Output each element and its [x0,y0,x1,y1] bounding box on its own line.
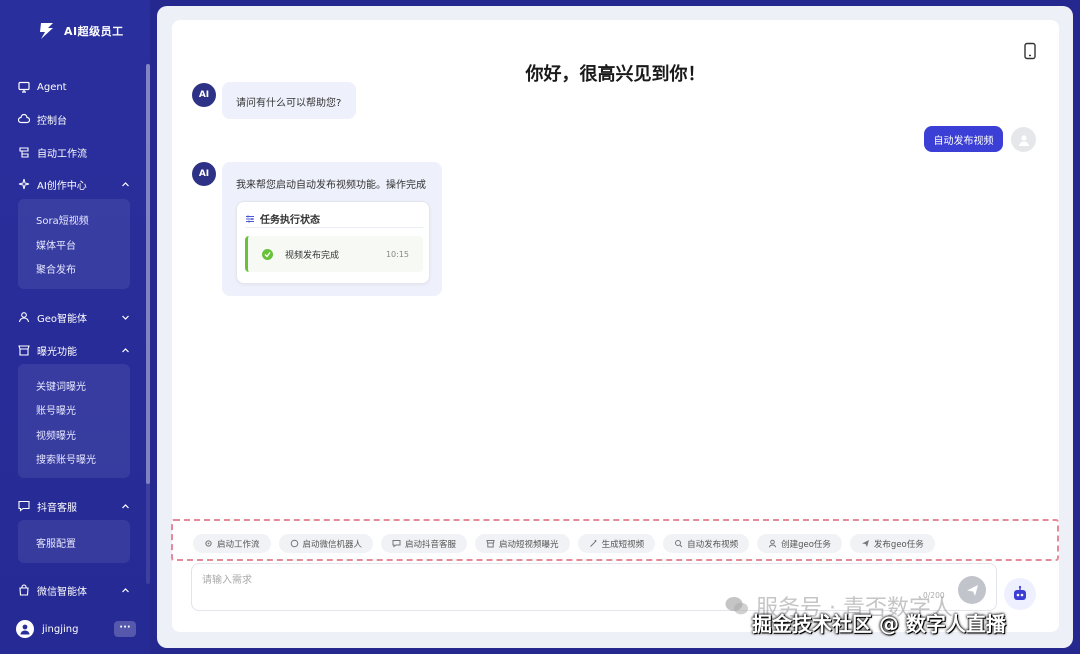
sidebar-item-console[interactable]: 控制台 [18,109,136,129]
mobile-view-icon[interactable] [1022,42,1038,60]
sidebar-item-exposure[interactable]: 曝光功能 [18,340,136,360]
chat-input[interactable] [202,572,802,588]
chat-icon [18,500,30,512]
sidebar-item-agent[interactable]: Agent [18,77,136,97]
sidebar-item-account-exposure[interactable]: 账号曝光 [36,402,76,417]
wechat-logo-icon [725,597,748,615]
message-icon [392,540,401,548]
chevron-up-icon [122,347,129,352]
avatar [16,620,34,638]
sidebar-item-wechat[interactable]: 微信智能体 [18,580,136,600]
gear-icon [205,540,212,547]
chevron-up-icon [122,587,129,592]
task-item-label: 视频发布完成 [285,250,340,261]
sidebar-item-douyin[interactable]: 抖音客服 [18,496,136,516]
send-icon [861,540,869,547]
quick-action-wechat-bot[interactable]: 启动微信机器人 [278,534,374,553]
quick-action-generate-video[interactable]: 生成短视频 [577,534,656,553]
sidebar-item-ai-center[interactable]: AI创作中心 [18,174,136,194]
sidebar-item-video-exposure[interactable]: 视频曝光 [36,427,76,442]
task-item: 视频发布完成 10:15 [245,236,423,272]
magic-icon [589,540,597,547]
task-item-time: 10:15 [385,249,409,259]
robot-icon [1014,585,1026,600]
quick-actions-bar: 启动工作流 启动微信机器人 启动抖音客服 启动短视频曝光 生成短视频 自动发布视… [193,534,935,553]
user-profile[interactable]: jingjing [16,620,78,638]
task-status-header: 任务执行状态 [245,210,423,228]
quick-action-start-workflow[interactable]: 启动工作流 [193,534,271,553]
chevron-up-icon [122,181,129,186]
person-icon [768,539,777,548]
user-avatar-icon [20,624,30,635]
task-status-title: 任务执行状态 [260,215,320,226]
user-icon [18,312,30,323]
ai-message-text: 我来帮您启动自动发布视频功能。操作完成 [236,180,426,191]
search-icon [675,540,683,548]
ai-message-text: 请问有什么可以帮助您? [236,98,342,109]
quick-action-publish-geo[interactable]: 发布geo任务 [849,534,935,553]
quick-action-douyin-cs[interactable]: 启动抖音客服 [381,534,468,553]
exposure-submenu: 关键词曝光 账号曝光 视频曝光 搜索账号曝光 [18,364,130,478]
check-circle-icon [262,248,273,260]
user-message-bubble: 自动发布视频 [924,126,1003,152]
user-name: jingjing [42,623,79,635]
send-button[interactable] [958,576,986,604]
assistant-bot-button[interactable] [1004,578,1036,610]
quick-action-video-exposure[interactable]: 启动短视频曝光 [475,534,570,553]
user-avatar [1011,127,1036,152]
bag-icon [19,584,29,596]
storefront-icon [18,345,30,356]
chat-bubble-icon [290,539,298,548]
sidebar-item-publish[interactable]: 聚合发布 [36,261,76,276]
more-button[interactable]: ··· [114,621,136,637]
sidebar-item-media[interactable]: 媒体平台 [36,237,76,252]
quick-action-auto-publish[interactable]: 自动发布视频 [663,534,750,553]
store-icon [486,540,495,548]
logo-icon [40,23,53,39]
sidebar-scrollbar-thumb[interactable] [146,64,150,484]
app-name: AI超级员工 [64,25,124,38]
ai-message-bubble: 请问有什么可以帮助您? [222,82,356,119]
ai-avatar: AI [192,162,216,186]
sidebar-item-geo[interactable]: Geo智能体 [18,307,136,327]
user-avatar-icon [1018,134,1029,146]
watermark-juejin: 掘金技术社区 @ 数字人直播 [752,612,1006,636]
workflow-icon [19,147,29,158]
sparkle-icon [18,178,30,190]
douyin-submenu: 客服配置 [18,520,130,563]
monitor-icon [18,81,30,93]
sidebar-item-search-exposure[interactable]: 搜索账号曝光 [36,451,96,466]
sidebar-item-workflow[interactable]: 自动工作流 [18,142,136,162]
ai-center-submenu: Sora短视频 媒体平台 聚合发布 [18,199,130,289]
user-message-text: 自动发布视频 [933,135,994,147]
settings-sliders-icon [246,215,254,222]
cloud-icon [18,113,30,124]
ai-avatar: AI [192,83,216,107]
chevron-down-icon [122,315,129,320]
sidebar-item-cs-config[interactable]: 客服配置 [36,535,76,550]
sidebar-item-sora[interactable]: Sora短视频 [36,212,89,227]
sidebar: AI超级员工 Agent 控制台 自动工作流 AI创作中心 Sora短视频 媒体… [0,0,150,654]
task-status-card: 任务执行状态 视频发布完成 10:15 [236,201,430,284]
sidebar-item-keyword-exposure[interactable]: 关键词曝光 [36,378,86,393]
quick-action-create-geo[interactable]: 创建geo任务 [757,534,842,553]
chevron-up-icon [122,503,129,508]
app-logo[interactable]: AI超级员工 [36,20,124,42]
send-icon [966,584,978,596]
